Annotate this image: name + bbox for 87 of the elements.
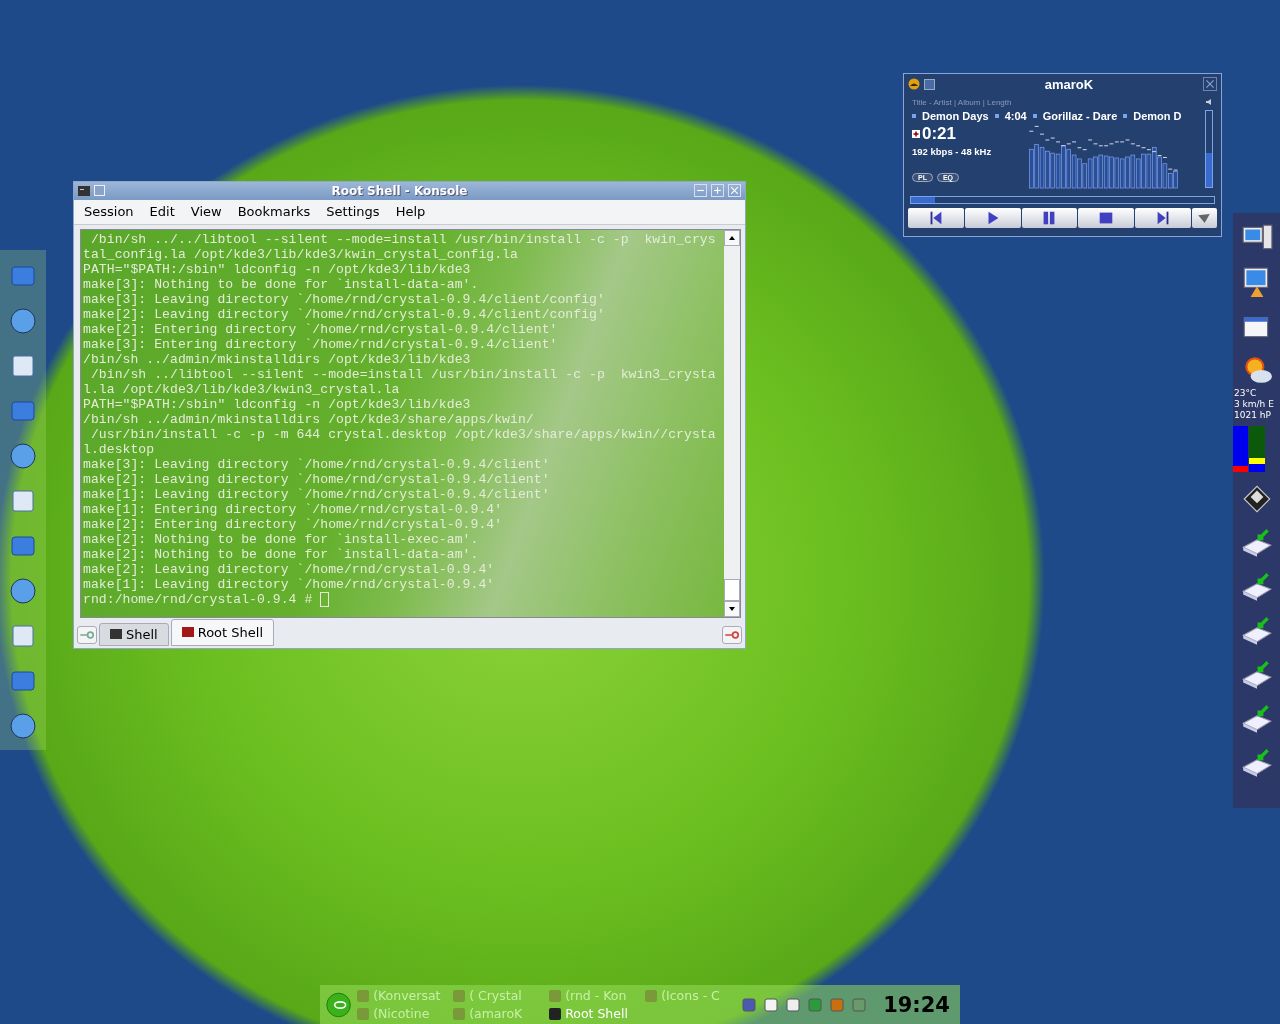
- new-session-button[interactable]: [77, 626, 97, 644]
- app-icon: [549, 1007, 562, 1020]
- session-tab[interactable]: Root Shell: [170, 619, 275, 646]
- terminal-line: make[1]: Entering directory `/home/rnd/crystal-0.9.4': [83, 501, 504, 517]
- terminal-line: make[1]: Leaving directory `/home/rnd/crystal-0.9.4': [83, 576, 496, 592]
- volume-slider[interactable]: [1205, 110, 1213, 188]
- terminal-icon: [78, 185, 90, 196]
- terminal-line: make[2]: Leaving directory `/home/rnd/crystal-0.9.4/client/config': [83, 306, 606, 322]
- triangle-icon: [1198, 213, 1211, 223]
- drive-icon[interactable]: [1240, 702, 1274, 736]
- maximize-button[interactable]: [711, 184, 724, 198]
- terminal-line: tal_config.la /opt/kde3/lib/kde3/kwin_crystal_config.la: [83, 246, 519, 262]
- track-info: Demon D: [1133, 110, 1182, 122]
- terminal-line: /bin/sh ../admin/mkinstalldirs /opt/kde3/lib/kde3: [83, 351, 472, 367]
- menu-item[interactable]: Session: [76, 202, 142, 222]
- terminal-line: PATH="$PATH:/sbin" ldconfig -n /opt/kde3/lib/kde3: [83, 396, 472, 412]
- menu-item[interactable]: View: [182, 202, 230, 222]
- system-meter-drawing: [1233, 426, 1265, 472]
- app-icon: [357, 1007, 370, 1020]
- previous-button[interactable]: [908, 208, 964, 228]
- drive-icon[interactable]: [1240, 570, 1274, 604]
- speaker-icon: [1205, 98, 1213, 106]
- terminal-line: /usr/bin/install -c -p -m 644 crystal.desktop /opt/kde3/share/apps/kwin//crysta: [89, 426, 717, 442]
- app-icon: [645, 989, 658, 1002]
- scrollbar[interactable]: [724, 229, 740, 617]
- next-button[interactable]: [1135, 208, 1191, 228]
- track-info: Gorillaz - Dare: [1042, 110, 1118, 122]
- terminal-line: /bin/sh ../admin/mkinstalldirs /opt/kde3/share/apps/kwin/: [83, 411, 535, 427]
- terminal-line: make[2]: Nothing to be done for `install-exec-am'.: [83, 531, 480, 547]
- terminal-line: make[1]: Leaving directory `/home/rnd/crystal-0.9.4/client': [83, 486, 551, 502]
- visualizer-button[interactable]: [1191, 208, 1217, 228]
- menu-item[interactable]: Edit: [141, 202, 183, 222]
- terminal-icon: [181, 627, 194, 638]
- app-icon: [453, 989, 466, 1002]
- close-session-button[interactable]: [722, 626, 742, 644]
- scroll-thumb[interactable]: [724, 579, 740, 601]
- plus-icon[interactable]: [912, 130, 920, 138]
- terminal-line: make[2]: Nothing to be done for `install-data-am'.: [83, 546, 480, 562]
- minimize-button[interactable]: [694, 184, 707, 198]
- drive-icon[interactable]: [1240, 658, 1274, 692]
- terminal-line: make[2]: Entering directory `/home/rnd/crystal-0.9.4': [83, 516, 504, 532]
- app-icon: [357, 989, 370, 1002]
- window-title: amaroK: [1043, 76, 1095, 92]
- drive-icon[interactable]: [1240, 746, 1274, 780]
- terminal-line: /bin/sh ../../libtool --silent --mode=install /usr/bin/install -c -p kwin_crys: [89, 231, 717, 247]
- terminal-line: l.desktop: [83, 441, 156, 457]
- bullet-icon: [1032, 114, 1037, 118]
- app-icon: [549, 989, 562, 1002]
- terminal-line: /bin/sh ../libtool --silent --mode=install /usr/bin/install -c -p kwin3_crysta: [89, 366, 717, 382]
- close-button[interactable]: [1203, 77, 1217, 91]
- elapsed-time: 0:21: [922, 124, 957, 144]
- bullet-icon: [1123, 114, 1128, 118]
- stop-button[interactable]: [1078, 208, 1135, 228]
- sticky-button[interactable]: [924, 78, 935, 90]
- terminal-icon: [110, 629, 122, 640]
- weather-reading: 3 km/h E: [1234, 399, 1274, 409]
- window-title: Root Shell - Konsole: [330, 183, 469, 198]
- shell-prompt: rnd:/home/rnd/crystal-0.9.4 #: [83, 591, 314, 607]
- bitrate-label: 192 kbps - 48 kHz: [912, 146, 993, 157]
- terminal-line: make[2]: Entering directory `/home/rnd/crystal-0.9.4/client': [83, 321, 559, 337]
- terminal-line: make[2]: Leaving directory `/home/rnd/crystal-0.9.4/client': [83, 471, 551, 487]
- bullet-icon: [994, 114, 999, 118]
- drive-icon[interactable]: [1240, 614, 1274, 648]
- terminal-line: l.la /opt/kde3/lib/kde3/kwin3_crystal.la: [83, 381, 401, 397]
- text-cursor: [320, 591, 330, 607]
- weather-reading: 1021 hP: [1234, 410, 1271, 420]
- weather-reading: 23°C: [1234, 388, 1257, 398]
- column-header-label: Title - Artist | Album | Length: [912, 98, 1013, 107]
- seek-slider[interactable]: [910, 196, 1215, 204]
- pause-button[interactable]: [1021, 208, 1078, 228]
- terminal-line: PATH="$PATH:/sbin" ldconfig -n /opt/kde3/lib/kde3: [83, 261, 472, 277]
- track-info: Demon Days: [922, 110, 989, 122]
- menu-item[interactable]: Bookmarks: [229, 202, 319, 222]
- drive-icon[interactable]: [1240, 526, 1274, 560]
- clock: 19:24: [882, 992, 951, 1017]
- app-icon: [453, 1007, 466, 1020]
- menu-item[interactable]: Settings: [318, 202, 388, 222]
- terminal-line: make[2]: Leaving directory `/home/rnd/crystal-0.9.4': [83, 561, 496, 577]
- play-button[interactable]: [964, 208, 1021, 228]
- bullet-icon: [912, 114, 916, 118]
- terminal-line: make[3]: Leaving directory `/home/rnd/crystal-0.9.4/client': [83, 456, 551, 472]
- menu-item[interactable]: Help: [387, 202, 434, 222]
- track-info: 4:04: [1004, 110, 1027, 122]
- session-tab[interactable]: Shell: [99, 623, 169, 646]
- terminal-line: make[3]: Leaving directory `/home/rnd/crystal-0.9.4/client/config': [83, 291, 606, 307]
- terminal-line: make[3]: Entering directory `/home/rnd/crystal-0.9.4/client': [83, 336, 559, 352]
- terminal-line: make[3]: Nothing to be done for `install-data-am'.: [83, 276, 480, 292]
